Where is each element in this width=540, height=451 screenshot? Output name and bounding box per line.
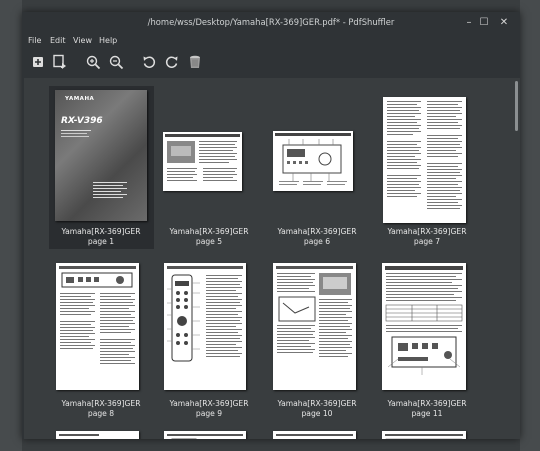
- page-cell-7[interactable]: Yamaha[RX-369]GER page 7: [375, 86, 480, 249]
- page-cell-10[interactable]: Yamaha[RX-369]GER page 10: [265, 258, 370, 421]
- page-cell-row3-1[interactable]: [49, 428, 154, 439]
- page-file-label: Yamaha[RX-369]GER: [61, 399, 141, 408]
- page-number-label: page 7: [413, 237, 441, 246]
- page-thumbnail: [273, 431, 356, 439]
- menu-file[interactable]: File: [28, 36, 41, 45]
- menu-view[interactable]: View: [73, 36, 92, 45]
- page-cell-5[interactable]: Yamaha[RX-369]GER page 5: [156, 86, 261, 249]
- rotate-right-icon[interactable]: [164, 54, 180, 70]
- page-file-label: Yamaha[RX-369]GER: [61, 227, 141, 236]
- page-thumbnail: [273, 263, 356, 390]
- close-button[interactable]: ✕: [497, 16, 511, 30]
- page-cell-row3-2[interactable]: [156, 428, 261, 439]
- page-thumbnail: [56, 431, 139, 439]
- zoom-out-icon[interactable]: [108, 54, 124, 70]
- page-thumbnail: [382, 431, 466, 439]
- page-cell-row3-3[interactable]: [265, 428, 370, 439]
- menu-bar: File Edit View Help: [22, 34, 520, 48]
- page-thumbnail: [164, 431, 246, 439]
- page-thumbnail: [273, 131, 353, 191]
- page-number-label: page 10: [301, 409, 333, 418]
- page-cell-row3-4[interactable]: [375, 428, 480, 439]
- maximize-button[interactable]: ☐: [477, 16, 491, 30]
- cover-brand: YAMAHA: [65, 96, 95, 102]
- vertical-scrollbar[interactable]: [513, 78, 520, 439]
- page-file-label: Yamaha[RX-369]GER: [169, 399, 249, 408]
- page-number-label: page 8: [87, 409, 115, 418]
- page-thumbnail: [56, 263, 139, 390]
- page-file-label: Yamaha[RX-369]GER: [387, 399, 467, 408]
- page-number-label: page 9: [195, 409, 223, 418]
- pdfshuffler-window: /home/wss/Desktop/Yamaha[RX-369]GER.pdf*…: [22, 12, 520, 439]
- page-grid[interactable]: YAMAHA RX-V396 Yamaha[RX-369]GER page 1: [24, 78, 520, 439]
- page-thumbnail: [382, 263, 466, 390]
- page-number-label: page 11: [411, 409, 443, 418]
- page-thumbnail-cover: YAMAHA RX-V396: [55, 90, 147, 221]
- scroll-thumb[interactable]: [515, 81, 518, 131]
- add-icon[interactable]: [30, 54, 46, 70]
- page-cell-11[interactable]: Yamaha[RX-369]GER page 11: [375, 258, 480, 421]
- menu-edit[interactable]: Edit: [50, 36, 66, 45]
- title-bar[interactable]: /home/wss/Desktop/Yamaha[RX-369]GER.pdf*…: [22, 12, 520, 34]
- page-cell-6[interactable]: Yamaha[RX-369]GER page 6: [265, 86, 370, 249]
- page-cell-1[interactable]: YAMAHA RX-V396 Yamaha[RX-369]GER page 1: [49, 86, 154, 249]
- window-title: /home/wss/Desktop/Yamaha[RX-369]GER.pdf*…: [147, 17, 395, 27]
- page-number-label: page 1: [87, 237, 115, 246]
- toolbar: [22, 50, 520, 74]
- delete-icon[interactable]: [187, 54, 203, 70]
- page-number-label: page 6: [303, 237, 331, 246]
- page-cell-8[interactable]: Yamaha[RX-369]GER page 8: [49, 258, 154, 421]
- page-thumbnail: [164, 263, 246, 390]
- page-number-label: page 5: [195, 237, 223, 246]
- page-thumbnail: [163, 132, 242, 191]
- zoom-in-icon[interactable]: [85, 54, 101, 70]
- page-file-label: Yamaha[RX-369]GER: [169, 227, 249, 236]
- export-icon[interactable]: [52, 54, 68, 70]
- page-cell-9[interactable]: Yamaha[RX-369]GER page 9: [156, 258, 261, 421]
- menu-help[interactable]: Help: [99, 36, 117, 45]
- page-thumbnail: [383, 97, 466, 223]
- cover-model: RX-V396: [61, 116, 103, 126]
- rotate-left-icon[interactable]: [141, 54, 157, 70]
- page-file-label: Yamaha[RX-369]GER: [387, 227, 467, 236]
- page-file-label: Yamaha[RX-369]GER: [277, 399, 357, 408]
- minimize-button[interactable]: –: [462, 16, 476, 30]
- page-file-label: Yamaha[RX-369]GER: [277, 227, 357, 236]
